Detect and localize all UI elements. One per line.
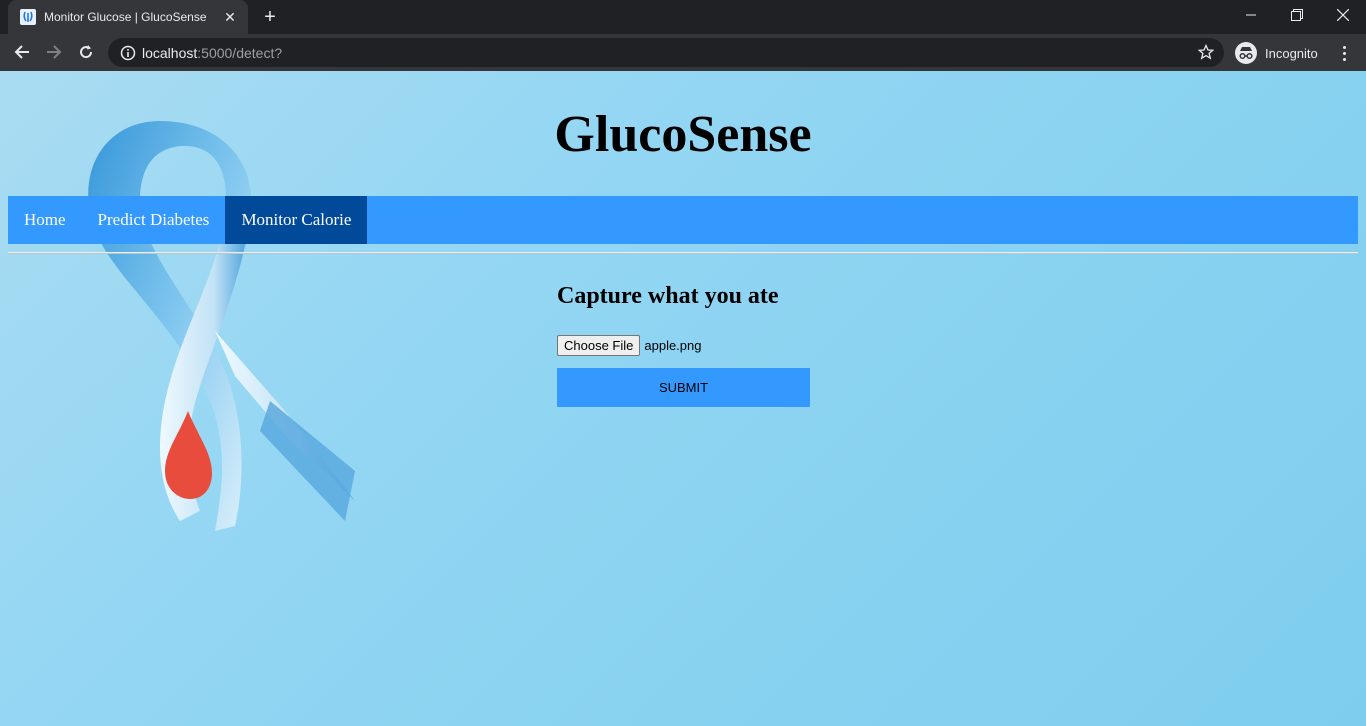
upload-form: Capture what you ate Choose File apple.p… [557,283,810,407]
awareness-ribbon-image [88,121,355,531]
selected-file-name: apple.png [644,337,702,353]
tab-title: Monitor Glucose | GlucoSense [44,10,207,24]
site-info-icon[interactable] [120,45,136,61]
browser-tab[interactable]: Monitor Glucose | GlucoSense ✕ [8,0,248,34]
browser-menu-icon[interactable] [1334,42,1354,64]
url-path: :5000/detect? [197,44,283,61]
reload-icon[interactable] [72,38,100,66]
forward-icon[interactable] [40,38,68,66]
submit-button[interactable]: SUBMIT [557,368,810,407]
file-input[interactable]: Choose File apple.png [557,334,810,356]
close-window-icon[interactable] [1320,0,1366,30]
main-nav: Home Predict Diabetes Monitor Calorie [8,196,1358,244]
incognito-profile-button[interactable]: Incognito [1232,40,1324,66]
restore-icon[interactable] [1274,0,1320,30]
nav-predict-diabetes[interactable]: Predict Diabetes [82,196,226,244]
choose-file-button[interactable]: Choose File [557,334,641,356]
browser-toolbar: localhost:5000/detect? Incognito [0,34,1366,71]
incognito-icon [1235,42,1257,64]
divider [8,252,1358,254]
web-page: GlucoSense Home Predict Diabetes Monitor… [0,71,1366,726]
browser-tab-strip: Monitor Glucose | GlucoSense ✕ + [0,0,1366,34]
new-tab-icon[interactable]: + [258,6,282,28]
site-title: GlucoSense [554,106,812,163]
site-favicon-icon [20,9,36,25]
form-heading: Capture what you ate [557,283,779,309]
nav-monitor-calorie[interactable]: Monitor Calorie [225,196,368,244]
minimize-icon[interactable] [1228,0,1274,30]
address-bar[interactable]: localhost:5000/detect? [108,38,1224,67]
tab-close-icon[interactable]: ✕ [222,9,238,26]
bookmark-star-icon[interactable] [1197,43,1215,65]
url-text: localhost:5000/detect? [142,45,282,61]
nav-home[interactable]: Home [8,196,82,244]
url-host: localhost [142,44,198,61]
profile-label: Incognito [1265,45,1318,61]
back-icon[interactable] [8,38,36,66]
